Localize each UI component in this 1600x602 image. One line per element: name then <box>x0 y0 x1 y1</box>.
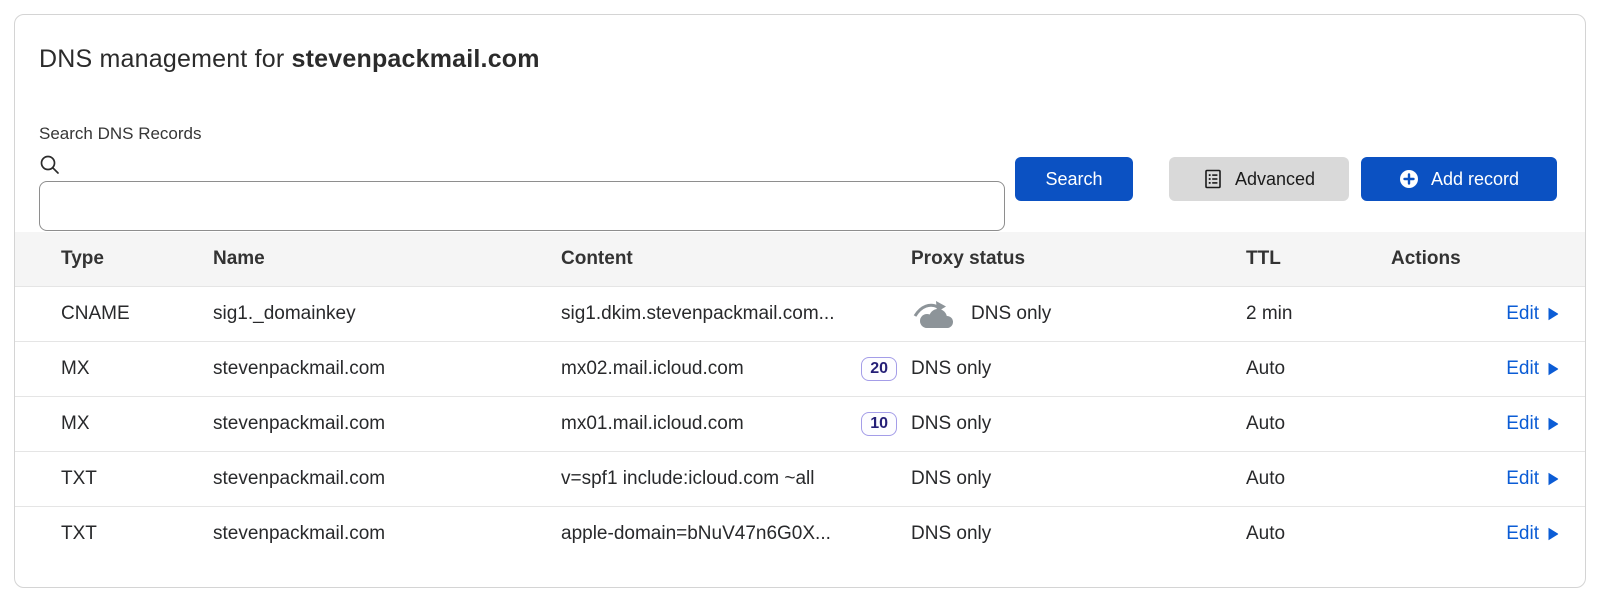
edit-link-label: Edit <box>1506 523 1539 545</box>
list-document-icon <box>1203 169 1223 189</box>
column-header-name: Name <box>213 248 561 270</box>
proxy-status-text: DNS only <box>911 468 991 490</box>
record-type: TXT <box>61 523 213 545</box>
column-header-content: Content <box>561 248 911 270</box>
record-type: MX <box>61 413 213 435</box>
dns-table-body: CNAME sig1._domainkey sig1.dkim.stevenpa… <box>15 286 1585 561</box>
advanced-button[interactable]: Advanced <box>1169 157 1349 201</box>
record-name: stevenpackmail.com <box>213 413 561 435</box>
record-type: CNAME <box>61 303 213 325</box>
column-header-type: Type <box>61 248 213 270</box>
proxy-status-text: DNS only <box>911 413 991 435</box>
page-title: DNS management for stevenpackmail.com <box>15 15 1585 74</box>
record-content-cell: apple-domain=bNuV47n6G0X... <box>561 523 911 545</box>
record-name: stevenpackmail.com <box>213 468 561 490</box>
record-content: mx02.mail.icloud.com <box>561 358 744 380</box>
proxy-status-text: DNS only <box>911 523 991 545</box>
edit-link-label: Edit <box>1506 413 1539 435</box>
record-type: TXT <box>61 468 213 490</box>
table-row: TXT stevenpackmail.com apple-domain=bNuV… <box>15 506 1585 561</box>
record-content-cell: v=spf1 include:icloud.com ~all <box>561 468 911 490</box>
search-input-wrap <box>39 154 1005 204</box>
record-content: mx01.mail.icloud.com <box>561 413 744 435</box>
record-proxy-cell: DNS only <box>911 413 1246 435</box>
record-content: sig1.dkim.stevenpackmail.com... <box>561 303 835 325</box>
advanced-button-label: Advanced <box>1235 169 1315 190</box>
mx-priority-badge: 10 <box>861 412 897 436</box>
table-header-row: Type Name Content Proxy status TTL Actio… <box>15 232 1585 286</box>
table-row: MX stevenpackmail.com mx02.mail.icloud.c… <box>15 341 1585 396</box>
record-ttl: 2 min <box>1246 303 1391 325</box>
chevron-right-icon <box>1548 362 1559 376</box>
proxy-status-text: DNS only <box>971 303 1051 325</box>
edit-link-label: Edit <box>1506 468 1539 490</box>
search-input[interactable] <box>39 181 1005 231</box>
column-header-actions: Actions <box>1391 248 1461 270</box>
record-name: stevenpackmail.com <box>213 358 561 380</box>
record-proxy-cell: DNS only <box>911 358 1246 380</box>
add-record-button[interactable]: Add record <box>1361 157 1557 201</box>
record-actions-cell: Edit <box>1506 413 1559 435</box>
add-record-button-label: Add record <box>1431 169 1519 190</box>
record-actions-cell: Edit <box>1506 523 1559 545</box>
record-name: stevenpackmail.com <box>213 523 561 545</box>
search-row: Search Advanced <box>39 154 1557 204</box>
edit-link-label: Edit <box>1506 303 1539 325</box>
record-content: v=spf1 include:icloud.com ~all <box>561 468 814 490</box>
chevron-right-icon <box>1548 527 1559 541</box>
table-row: MX stevenpackmail.com mx01.mail.icloud.c… <box>15 396 1585 451</box>
dns-only-cloud-icon <box>911 299 957 329</box>
record-ttl: Auto <box>1246 358 1391 380</box>
search-button-label: Search <box>1045 169 1102 190</box>
record-ttl: Auto <box>1246 468 1391 490</box>
chevron-right-icon <box>1548 417 1559 431</box>
edit-record-link[interactable]: Edit <box>1506 303 1559 325</box>
column-header-ttl: TTL <box>1246 248 1391 270</box>
dns-records-table: Type Name Content Proxy status TTL Actio… <box>15 232 1585 561</box>
record-content-cell: mx02.mail.icloud.com 20 <box>561 357 911 381</box>
edit-link-label: Edit <box>1506 358 1539 380</box>
search-button[interactable]: Search <box>1015 157 1133 201</box>
record-name: sig1._domainkey <box>213 303 561 325</box>
search-icon <box>39 154 61 176</box>
edit-record-link[interactable]: Edit <box>1506 413 1559 435</box>
search-label: Search DNS Records <box>39 124 1561 144</box>
table-row: CNAME sig1._domainkey sig1.dkim.stevenpa… <box>15 286 1585 341</box>
page-title-prefix: DNS management for <box>39 45 292 73</box>
record-actions-cell: Edit <box>1506 468 1559 490</box>
record-proxy-cell: DNS only <box>911 299 1246 329</box>
chevron-right-icon <box>1548 472 1559 486</box>
column-header-proxy-status: Proxy status <box>911 248 1246 270</box>
record-type: MX <box>61 358 213 380</box>
record-content-cell: mx01.mail.icloud.com 10 <box>561 412 911 436</box>
record-proxy-cell: DNS only <box>911 523 1246 545</box>
record-content: apple-domain=bNuV47n6G0X... <box>561 523 831 545</box>
plus-circle-icon <box>1399 169 1419 189</box>
mx-priority-badge: 20 <box>861 357 897 381</box>
record-proxy-cell: DNS only <box>911 468 1246 490</box>
page-title-domain: stevenpackmail.com <box>292 45 540 73</box>
edit-record-link[interactable]: Edit <box>1506 523 1559 545</box>
dns-management-card: DNS management for stevenpackmail.com Se… <box>14 14 1586 588</box>
edit-record-link[interactable]: Edit <box>1506 468 1559 490</box>
proxy-status-text: DNS only <box>911 358 991 380</box>
record-actions-cell: Edit <box>1506 303 1559 325</box>
record-ttl: Auto <box>1246 413 1391 435</box>
table-row: TXT stevenpackmail.com v=spf1 include:ic… <box>15 451 1585 506</box>
edit-record-link[interactable]: Edit <box>1506 358 1559 380</box>
chevron-right-icon <box>1548 307 1559 321</box>
record-actions-cell: Edit <box>1506 358 1559 380</box>
record-ttl: Auto <box>1246 523 1391 545</box>
record-content-cell: sig1.dkim.stevenpackmail.com... <box>561 303 911 325</box>
